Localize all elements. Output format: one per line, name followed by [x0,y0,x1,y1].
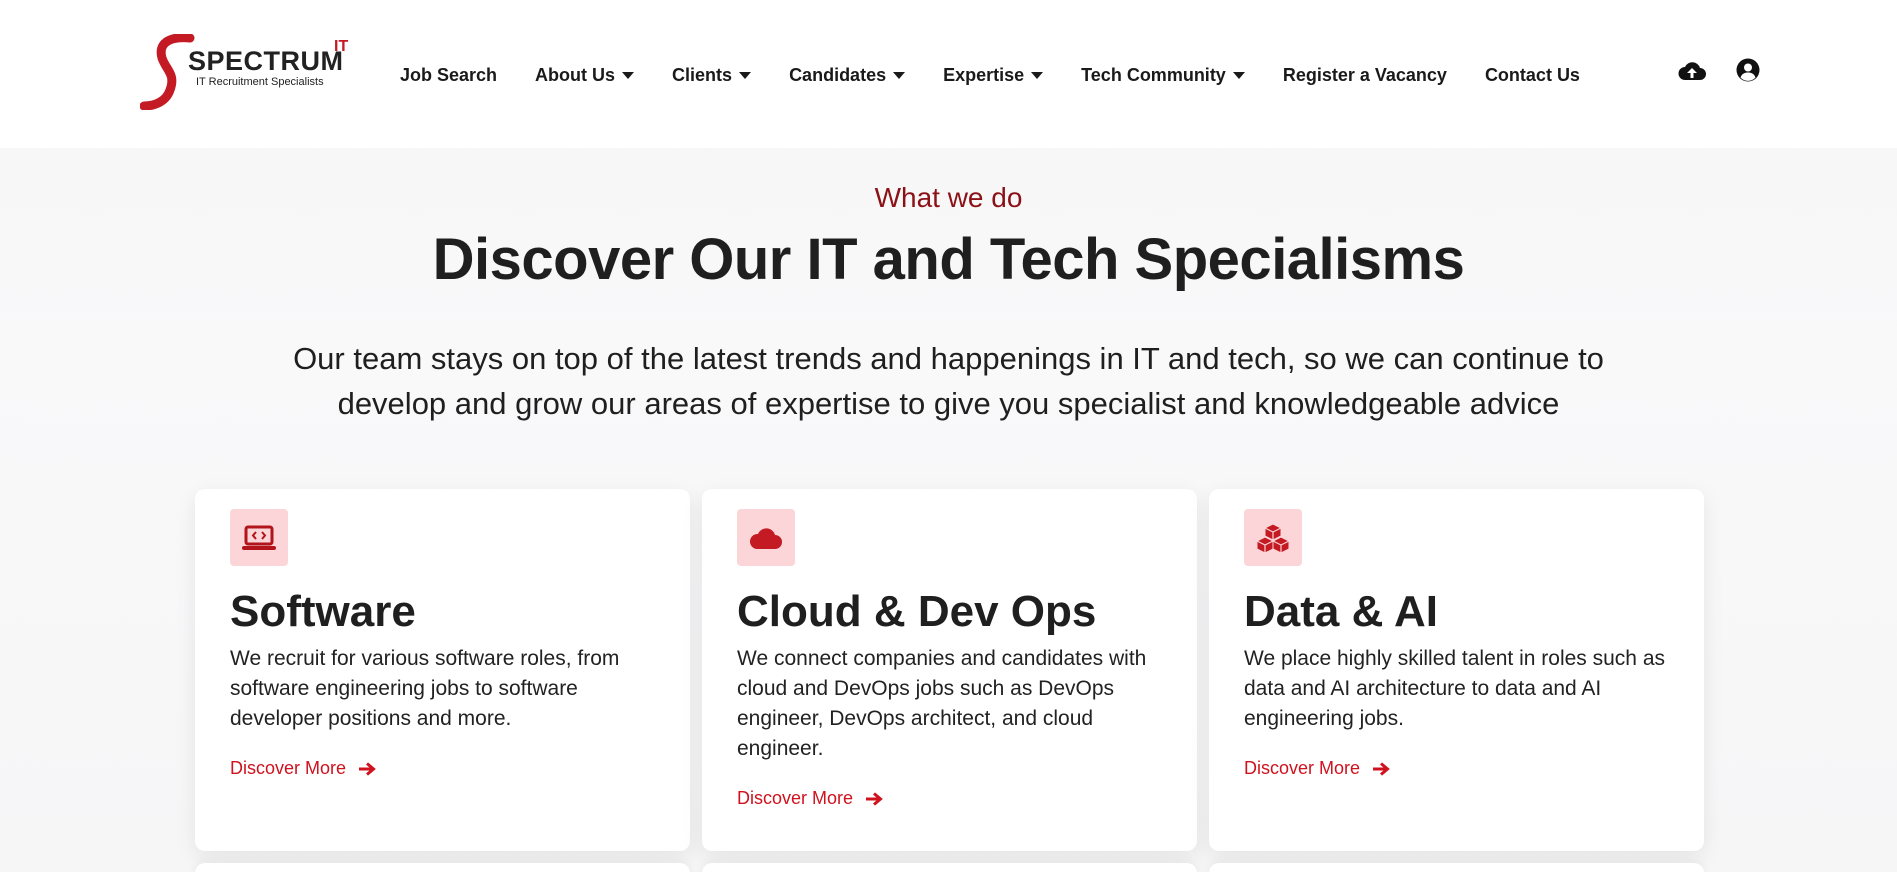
cloud-upload-icon[interactable] [1677,58,1707,87]
section-title: Discover Our IT and Tech Specialisms [432,227,1465,292]
laptop-code-icon [230,509,288,566]
card-title: Software [230,587,416,636]
nav-label: Clients [672,64,733,85]
card-description: We connect companies and candidates with… [737,647,1147,760]
site-header: SPECTRUM IT IT Recruitment Specialists J… [0,0,1897,148]
caret-down-icon [1031,71,1044,79]
discover-more-link[interactable]: Discover More [737,788,883,809]
caret-down-icon [622,71,635,79]
caret-down-icon [893,71,906,79]
logo-brand-text: SPECTRUM [188,46,344,76]
card-title: Data & AI [1244,587,1438,636]
nav-label: Contact Us [1484,64,1580,85]
nav-register-vacancy[interactable]: Register a Vacancy [1283,65,1447,86]
nav-clients[interactable]: Clients [672,64,752,86]
card-description: We place highly skilled talent in roles … [1244,647,1665,730]
card-software: Software We recruit for various software… [195,489,690,851]
cloud-icon [737,509,795,566]
card-cloud-devops: Cloud & Dev Ops We connect companies and… [702,489,1197,851]
arrow-right-icon [1373,761,1390,776]
card-next-row [702,863,1197,872]
nav-label: Expertise [943,64,1025,85]
nav-about-us[interactable]: About Us [535,64,635,86]
nav-tech-community[interactable]: Tech Community [1081,65,1245,86]
discover-more-link[interactable]: Discover More [1244,758,1390,779]
intro-line-2: develop and grow our areas of expertise … [337,386,1560,421]
caret-down-icon [1232,71,1245,79]
arrow-right-icon [866,791,883,806]
arrow-right-icon [359,761,376,776]
link-label: Discover More [737,788,854,808]
cubes-icon [1244,509,1302,566]
card-title: Cloud & Dev Ops [737,587,1097,636]
nav-expertise[interactable]: Expertise [943,64,1044,86]
nav-candidates[interactable]: Candidates [789,64,906,86]
card-description: We recruit for various software roles, f… [230,647,620,730]
section-eyebrow: What we do [874,182,1023,213]
nav-label: Register a Vacancy [1282,64,1447,85]
intro-line-1: Our team stays on top of the latest tren… [293,341,1604,376]
section-intro: Our team stays on top of the latest tren… [260,336,1637,426]
nav-contact-us[interactable]: Contact Us [1485,65,1580,86]
nav-label: Tech Community [1081,64,1226,85]
logo-superscript: IT [334,38,349,55]
logo-tagline: IT Recruitment Specialists [196,76,324,88]
card-next-row [195,863,690,872]
nav-label: Candidates [789,64,887,85]
link-label: Discover More [1244,758,1361,778]
card-data-ai: Data & AI We place highly skilled talent… [1209,489,1704,851]
link-label: Discover More [230,758,347,778]
nav-label: About Us [535,64,616,85]
caret-down-icon [739,71,752,79]
nav-job-search[interactable]: Job Search [400,65,497,86]
card-next-row [1209,863,1704,872]
discover-more-link[interactable]: Discover More [230,758,376,779]
user-account-icon[interactable] [1736,58,1760,87]
nav-label: Job Search [400,64,498,85]
spectrum-logo[interactable]: SPECTRUM IT IT Recruitment Specialists [140,34,360,110]
main-nav: Job Search About Us Clients Candidates E… [400,60,1618,90]
